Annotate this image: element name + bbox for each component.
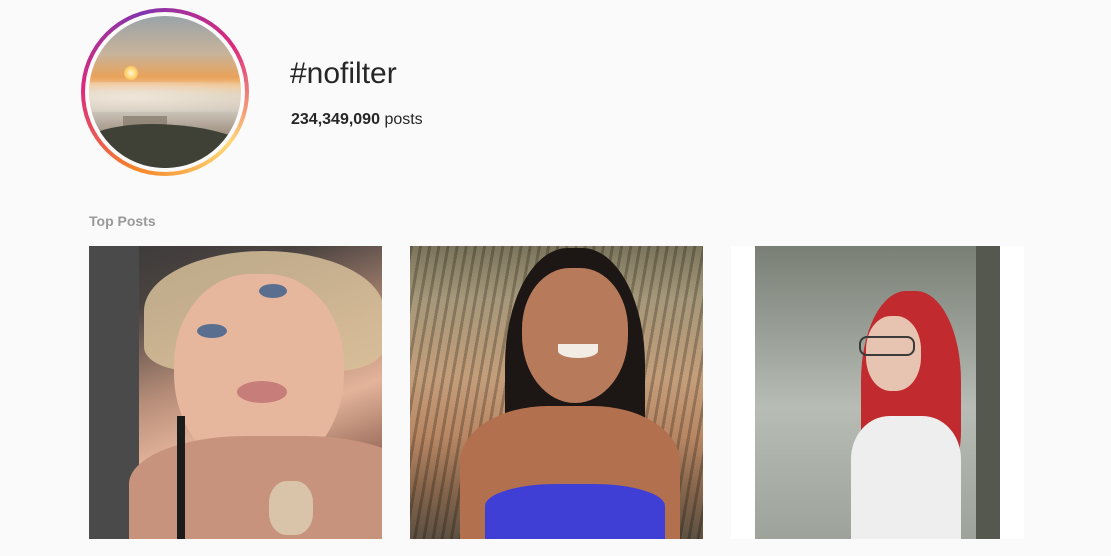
post-image-shirt bbox=[851, 416, 961, 539]
hashtag-page: #nofilter 234,349,090 posts Top Posts bbox=[0, 0, 1111, 556]
cloud-graphic bbox=[89, 82, 241, 112]
hashtag-avatar[interactable] bbox=[81, 8, 249, 176]
top-post-1[interactable] bbox=[89, 246, 382, 539]
hills-graphic bbox=[89, 124, 241, 168]
top-post-3[interactable] bbox=[731, 246, 1024, 539]
post-image-shoulder bbox=[129, 436, 382, 539]
post-image-pendant bbox=[269, 481, 313, 535]
top-post-2[interactable] bbox=[410, 246, 703, 539]
post-count-label: posts bbox=[384, 111, 423, 128]
post-count: 234,349,090 posts bbox=[291, 110, 423, 130]
avatar-gap bbox=[85, 12, 245, 172]
post-image-lips bbox=[237, 381, 287, 403]
top-posts-heading: Top Posts bbox=[89, 213, 156, 229]
hashtag-profile-image bbox=[89, 16, 241, 168]
sun-graphic bbox=[124, 66, 138, 80]
post-image-eye bbox=[259, 284, 287, 298]
post-image-smile bbox=[558, 344, 598, 358]
post-image-face bbox=[522, 268, 628, 403]
post-image-tree-trunk bbox=[976, 246, 1000, 539]
post-image-eye bbox=[197, 324, 227, 338]
post-count-value: 234,349,090 bbox=[291, 111, 380, 128]
post-image-glasses bbox=[859, 336, 915, 356]
post-image-strap bbox=[177, 416, 185, 539]
hashtag-title: #nofilter bbox=[290, 57, 397, 90]
post-image-swimsuit bbox=[485, 484, 665, 539]
